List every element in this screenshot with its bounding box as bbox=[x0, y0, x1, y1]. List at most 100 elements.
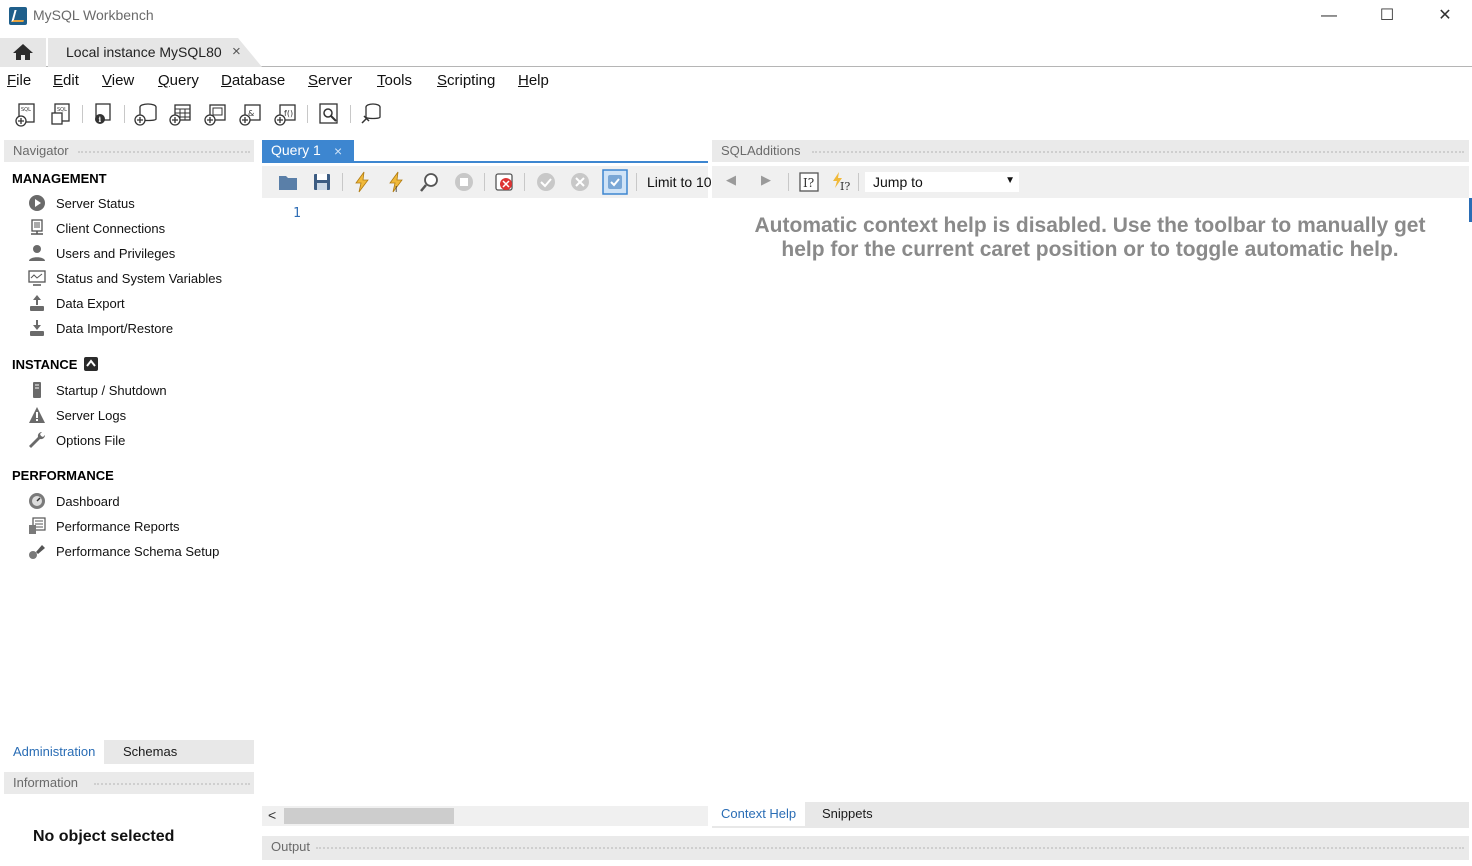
context-help-message: Automatic context help is disabled. Use … bbox=[754, 214, 1426, 261]
output-panel: Output bbox=[262, 836, 1469, 860]
nav-options-file[interactable]: Options File bbox=[28, 430, 125, 450]
monitor-stack-icon bbox=[31, 219, 43, 235]
sql-additions-panel: SQLAdditions ◀ ▶ I? I? Jump to ▼ Automat… bbox=[712, 140, 1469, 828]
query-tab[interactable]: Query 1 × bbox=[262, 140, 354, 163]
manual-context-help-icon[interactable]: I? bbox=[798, 171, 820, 193]
nav-status-system-variables[interactable]: Status and System Variables bbox=[28, 268, 222, 288]
svg-text:f(): f() bbox=[284, 109, 293, 118]
navigator-tab-bar: Administration Schemas bbox=[4, 740, 254, 764]
mysql-workbench-logo-icon bbox=[9, 7, 27, 25]
svg-text:I?: I? bbox=[840, 180, 850, 193]
tab-snippets[interactable]: Snippets bbox=[813, 802, 882, 826]
sql-additions-toolbar: ◀ ▶ I? I? Jump to ▼ bbox=[712, 166, 1469, 198]
server-tower-icon bbox=[33, 382, 41, 398]
nav-client-connections[interactable]: Client Connections bbox=[28, 218, 165, 238]
line-number: 1 bbox=[293, 206, 301, 221]
information-panel: Information No object selected bbox=[4, 772, 254, 866]
query-editor-panel: Query 1 × I Limit to 10 1 < bbox=[262, 140, 712, 828]
svg-text:i: i bbox=[99, 115, 102, 124]
chevron-down-icon: ▼ bbox=[1005, 175, 1015, 186]
scroll-left-arrow-icon[interactable]: < bbox=[268, 807, 276, 823]
new-sql-tab-icon[interactable]: SQL bbox=[14, 101, 40, 127]
query-tab-bar: Query 1 × bbox=[262, 140, 708, 163]
execute-current-icon[interactable]: I bbox=[385, 171, 407, 193]
information-header: Information bbox=[4, 772, 254, 794]
connection-tab-strip: Local instance MySQL80 × bbox=[0, 38, 1472, 67]
tab-context-help[interactable]: Context Help bbox=[712, 802, 806, 826]
nav-dashboard[interactable]: Dashboard bbox=[28, 491, 120, 511]
sql-additions-tab-bar: Context Help Snippets bbox=[712, 802, 1469, 828]
back-arrow-icon[interactable]: ◀ bbox=[726, 172, 736, 188]
limit-rows-select[interactable]: Limit to 10 bbox=[647, 174, 712, 190]
menu-tools[interactable]: Tools bbox=[377, 72, 412, 89]
instance-tab-label: Local instance MySQL80 bbox=[66, 44, 222, 60]
horizontal-scrollbar[interactable]: < bbox=[262, 806, 708, 826]
reconnect-dbms-icon[interactable] bbox=[358, 101, 384, 127]
auto-context-help-icon[interactable]: I? bbox=[830, 171, 852, 193]
nav-server-status[interactable]: Server Status bbox=[28, 193, 135, 213]
import-icon bbox=[30, 320, 44, 336]
menu-query[interactable]: Query bbox=[158, 72, 199, 89]
play-circle-icon bbox=[29, 195, 45, 211]
nav-performance-schema-setup[interactable]: Performance Schema Setup bbox=[28, 541, 219, 561]
navigator-panel: Navigator MANAGEMENT Server Status Clien… bbox=[4, 140, 254, 765]
nav-server-logs[interactable]: Server Logs bbox=[28, 405, 126, 425]
tab-schemas[interactable]: Schemas bbox=[114, 740, 186, 764]
nav-data-import[interactable]: Data Import/Restore bbox=[28, 318, 173, 338]
home-tab[interactable] bbox=[0, 38, 46, 67]
tab-administration[interactable]: Administration bbox=[4, 740, 105, 764]
svg-text:I?: I? bbox=[803, 176, 814, 190]
create-view-icon[interactable] bbox=[203, 101, 229, 127]
maximize-button[interactable]: ☐ bbox=[1358, 0, 1416, 32]
nav-data-export[interactable]: Data Export bbox=[28, 293, 125, 313]
sql-additions-header: SQLAdditions bbox=[712, 140, 1469, 162]
menu-bar: File Edit View Query Database Server Too… bbox=[0, 68, 1472, 92]
open-file-icon[interactable] bbox=[277, 171, 299, 193]
instance-tab[interactable]: Local instance MySQL80 × bbox=[48, 38, 262, 67]
server-info-icon[interactable]: i bbox=[90, 101, 116, 127]
home-icon bbox=[13, 44, 33, 60]
create-table-icon[interactable] bbox=[168, 101, 194, 127]
no-object-selected-text: No object selected bbox=[33, 828, 175, 845]
menu-file[interactable]: File bbox=[7, 72, 31, 89]
warning-icon bbox=[29, 407, 45, 423]
commit-icon[interactable] bbox=[535, 171, 557, 193]
performance-section-title: PERFORMANCE bbox=[12, 468, 114, 483]
auto-commit-toggle-icon[interactable] bbox=[602, 169, 628, 195]
svg-text:SQL: SQL bbox=[21, 107, 31, 113]
nav-performance-reports[interactable]: Performance Reports bbox=[28, 516, 180, 536]
minimize-button[interactable]: — bbox=[1300, 0, 1358, 32]
create-procedure-icon[interactable]: & bbox=[238, 101, 264, 127]
execute-lightning-icon[interactable] bbox=[351, 171, 373, 193]
open-sql-script-icon[interactable]: SQL bbox=[48, 101, 74, 127]
menu-scripting[interactable]: Scripting bbox=[437, 72, 495, 89]
nav-users-privileges[interactable]: Users and Privileges bbox=[28, 243, 175, 263]
menu-server[interactable]: Server bbox=[308, 72, 352, 89]
sql-editor[interactable]: 1 bbox=[262, 198, 708, 806]
menu-view[interactable]: View bbox=[102, 72, 134, 89]
query-tab-close-button[interactable]: × bbox=[334, 143, 342, 159]
search-table-data-icon[interactable] bbox=[316, 101, 342, 127]
create-schema-icon[interactable] bbox=[133, 101, 159, 127]
explain-magnifier-icon[interactable] bbox=[419, 171, 441, 193]
save-icon[interactable] bbox=[311, 171, 333, 193]
query-toolbar: I Limit to 10 bbox=[262, 166, 712, 198]
svg-text:SQL: SQL bbox=[57, 107, 67, 113]
stop-on-error-icon[interactable] bbox=[493, 171, 515, 193]
instance-tab-close-button[interactable]: × bbox=[232, 43, 241, 60]
menu-edit[interactable]: Edit bbox=[53, 72, 79, 89]
create-function-icon[interactable]: f() bbox=[273, 101, 299, 127]
stop-icon[interactable] bbox=[453, 171, 475, 193]
query-tab-label: Query 1 bbox=[271, 142, 321, 158]
menu-help[interactable]: Help bbox=[518, 72, 549, 89]
window-title: MySQL Workbench bbox=[33, 7, 154, 23]
menu-database[interactable]: Database bbox=[221, 72, 285, 89]
nav-startup-shutdown[interactable]: Startup / Shutdown bbox=[28, 380, 167, 400]
close-window-button[interactable]: ✕ bbox=[1416, 0, 1472, 32]
wrench-icon bbox=[29, 431, 46, 448]
jump-to-select[interactable]: Jump to ▼ bbox=[864, 171, 1020, 193]
user-icon bbox=[29, 245, 45, 261]
rollback-icon[interactable] bbox=[569, 171, 591, 193]
scrollbar-thumb[interactable] bbox=[284, 808, 454, 824]
forward-arrow-icon[interactable]: ▶ bbox=[761, 172, 771, 188]
